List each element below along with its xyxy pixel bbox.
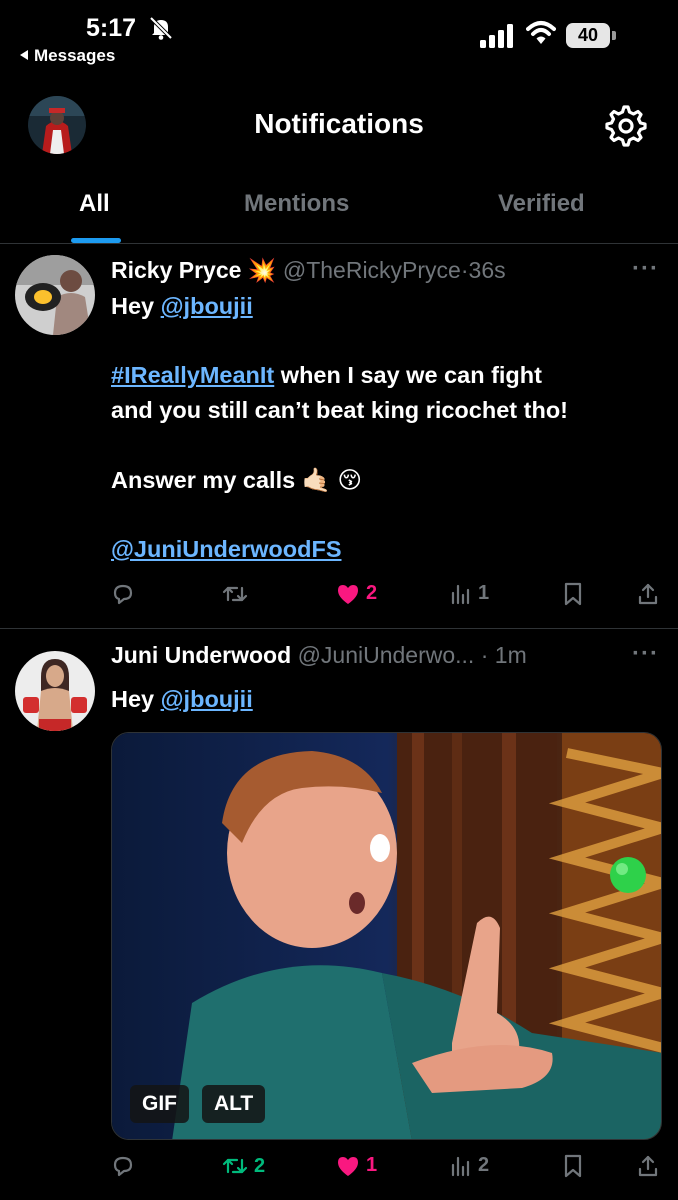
author-avatar[interactable] xyxy=(15,651,95,731)
mention-link[interactable]: @jboujii xyxy=(161,293,253,319)
reply-button[interactable] xyxy=(111,582,141,606)
retweet-button[interactable] xyxy=(222,582,254,606)
tweet-text-line: Hey @jboujii xyxy=(111,686,253,712)
heart-filled-icon xyxy=(338,1156,358,1176)
gif-image xyxy=(112,733,661,1139)
status-bar: 5:17 Messages 40 xyxy=(0,0,678,76)
mention-link[interactable]: @jboujii xyxy=(161,686,253,712)
tweet-text-line: Answer my calls 🤙🏻 😚 xyxy=(111,467,362,493)
author-name[interactable]: Juni Underwood xyxy=(111,642,291,668)
cellular-signal-icon xyxy=(480,24,513,48)
share-button[interactable] xyxy=(637,582,659,606)
author-avatar-image xyxy=(15,255,95,335)
tweet-actions: 2 1 xyxy=(0,582,678,618)
author-name[interactable]: Ricky Pryce xyxy=(111,257,241,283)
back-to-messages[interactable]: Messages xyxy=(20,46,115,66)
author-avatar[interactable] xyxy=(15,255,95,335)
tweet-time: 1m xyxy=(494,642,527,668)
like-button[interactable]: 2 xyxy=(336,582,377,605)
tweet-header: Juni Underwood @JuniUnderwo... · 1m xyxy=(111,642,527,668)
tweet-time: 36s xyxy=(468,257,506,283)
view-count: 1 xyxy=(478,582,490,604)
tab-mentions[interactable]: Mentions xyxy=(244,190,349,218)
gif-media[interactable]: GIF ALT xyxy=(111,732,662,1140)
views-button[interactable]: 1 xyxy=(450,582,489,605)
more-options-icon[interactable]: ··· xyxy=(632,640,659,668)
tab-verified[interactable]: Verified xyxy=(498,190,585,218)
settings-gear-icon[interactable] xyxy=(604,104,648,148)
tweet[interactable]: Juni Underwood @JuniUnderwo... · 1m ··· … xyxy=(0,630,678,1200)
author-handle[interactable]: @JuniUnderwo... xyxy=(298,642,475,668)
notification-tabs: All Mentions Verified xyxy=(0,172,678,244)
like-count: 1 xyxy=(366,1154,378,1176)
alt-text-button[interactable]: ALT xyxy=(202,1085,266,1123)
author-avatar-image xyxy=(15,651,95,731)
tweet-text-line: Hey @jboujii xyxy=(111,293,253,319)
bookmark-button[interactable] xyxy=(562,1154,584,1178)
clock: 5:17 xyxy=(86,14,137,42)
reply-button[interactable] xyxy=(111,1154,141,1178)
tweet-text-line: and you still can’t beat king ricochet t… xyxy=(111,397,568,423)
share-icon xyxy=(638,583,658,605)
notifications-header: Notifications xyxy=(0,86,678,164)
tweet-text-line: #IReallyMeanIt when I say we can fight xyxy=(111,362,542,388)
battery-cap xyxy=(612,31,616,40)
views-button[interactable]: 2 xyxy=(450,1154,489,1177)
bookmark-icon xyxy=(564,582,582,606)
author-handle[interactable]: @TheRickyPryce xyxy=(283,257,461,283)
like-button[interactable]: 1 xyxy=(336,1154,377,1177)
tweet-text-line: @JuniUnderwoodFS xyxy=(111,532,342,567)
tweet-header: Ricky Pryce 💥 @TheRickyPryce·36s xyxy=(111,257,506,283)
muted-bell-icon xyxy=(149,16,173,40)
name-emoji: 💥 xyxy=(247,257,277,283)
more-options-icon[interactable]: ··· xyxy=(632,255,659,283)
share-icon xyxy=(638,1155,658,1177)
bookmark-button[interactable] xyxy=(562,582,584,606)
wifi-icon xyxy=(526,21,556,44)
tweet-actions: 2 1 2 xyxy=(0,1154,678,1190)
hashtag-link[interactable]: #IReallyMeanIt xyxy=(111,362,274,388)
reply-icon xyxy=(113,1156,133,1177)
views-chart-icon xyxy=(451,1156,470,1176)
mention-link[interactable]: @JuniUnderwoodFS xyxy=(111,536,342,562)
page-title: Notifications xyxy=(254,108,424,139)
retweet-icon xyxy=(222,586,248,602)
views-chart-icon xyxy=(451,584,470,604)
back-arrow-icon xyxy=(20,50,28,60)
heart-filled-icon xyxy=(338,584,358,604)
tab-all[interactable]: All xyxy=(79,190,110,218)
reply-icon xyxy=(113,584,133,605)
retweet-count: 2 xyxy=(254,1154,266,1177)
bookmark-icon xyxy=(564,1154,582,1178)
gif-badge: GIF xyxy=(130,1085,189,1123)
active-tab-indicator xyxy=(71,238,121,243)
tweet[interactable]: Ricky Pryce 💥 @TheRickyPryce·36s ··· Hey… xyxy=(0,245,678,629)
retweet-button[interactable]: 2 xyxy=(222,1154,265,1178)
share-button[interactable] xyxy=(637,1154,659,1178)
like-count: 2 xyxy=(366,582,378,604)
retweet-active-icon xyxy=(222,1158,248,1174)
view-count: 2 xyxy=(478,1154,490,1176)
battery-indicator: 40 xyxy=(566,23,610,48)
